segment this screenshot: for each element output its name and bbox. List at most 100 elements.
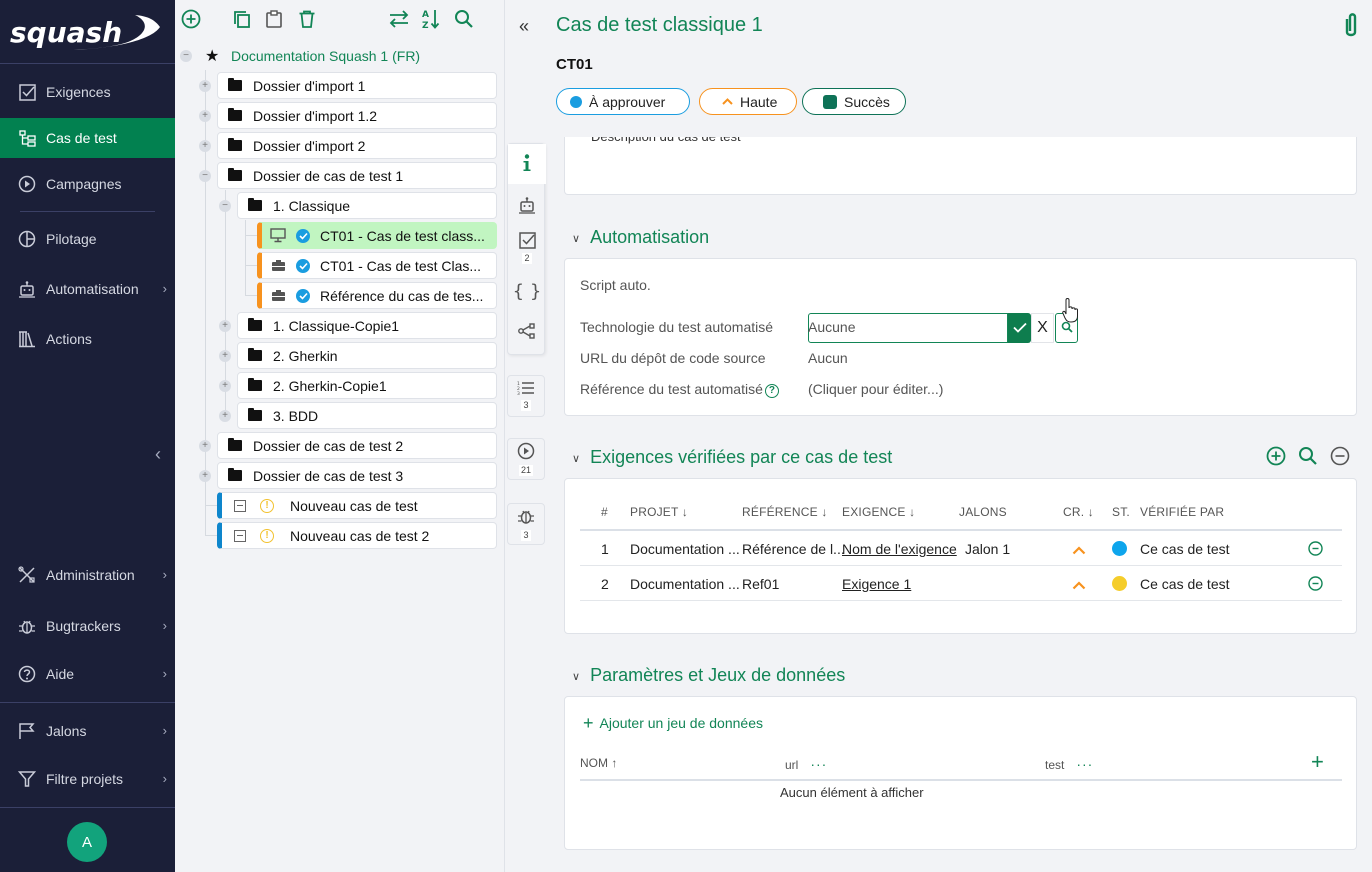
steps-count: 3 xyxy=(521,400,531,411)
tree-node-folder[interactable]: 2. Gherkin-Copie1 xyxy=(237,372,497,399)
automated-test-reference-value[interactable]: (Cliquer pour éditer...) xyxy=(808,381,943,397)
expand-toggle[interactable]: + xyxy=(219,350,231,362)
expand-toggle[interactable]: + xyxy=(199,110,211,122)
nav-item-aide[interactable]: Aide › xyxy=(0,654,175,694)
expand-toggle[interactable]: + xyxy=(199,440,211,452)
confirm-button[interactable] xyxy=(1008,313,1031,343)
approved-check-icon xyxy=(296,288,310,303)
warning-icon: ! xyxy=(260,498,274,513)
col-param-url: url ··· xyxy=(785,756,827,772)
tree-node-folder[interactable]: Dossier d'import 1 xyxy=(217,72,497,99)
section-datasets-header[interactable]: ∨ Paramètres et Jeux de données xyxy=(572,665,845,686)
help-icon[interactable]: ? xyxy=(764,383,779,398)
col-requirement[interactable]: EXIGENCE ↓ xyxy=(842,505,915,519)
param-menu-icon[interactable]: ··· xyxy=(1076,756,1093,772)
expand-toggle[interactable]: + xyxy=(219,320,231,332)
tab-parameters[interactable]: { } xyxy=(508,271,546,311)
tree-node-folder[interactable]: Dossier de cas de test 2 xyxy=(217,432,497,459)
sort-button[interactable]: AZ xyxy=(419,8,443,32)
nav-item-actions[interactable]: Actions xyxy=(0,319,175,359)
collapse-toggle[interactable]: − xyxy=(199,170,211,182)
status-pill[interactable]: À approuver xyxy=(556,88,690,115)
execution-status-pill[interactable]: Succès xyxy=(802,88,906,115)
nav-item-administration[interactable]: Administration › xyxy=(0,555,175,595)
nav-item-jalons[interactable]: Jalons › xyxy=(0,711,175,751)
col-criticality[interactable]: CR. ↓ xyxy=(1063,505,1094,519)
squash-logo[interactable]: squash xyxy=(0,0,175,64)
nav-item-automatisation[interactable]: Automatisation › xyxy=(0,269,175,309)
unlink-requirements-button[interactable] xyxy=(1329,446,1351,468)
tree-node-folder[interactable]: 1. Classique xyxy=(237,192,497,219)
collapse-nav-button[interactable]: ‹ xyxy=(155,444,161,465)
chevron-down-icon: ∨ xyxy=(572,671,581,683)
collapse-tree-button[interactable]: « xyxy=(519,16,529,37)
nav-item-exigences[interactable]: Exigences xyxy=(0,72,175,112)
filter-icon xyxy=(18,770,36,788)
tree-node-testcase-selected[interactable]: CT01 - Cas de test class... xyxy=(257,222,497,249)
tree-node-testcase[interactable]: Référence du cas de tes... xyxy=(257,282,497,309)
nav-item-cas-de-test[interactable]: Cas de test xyxy=(0,118,175,158)
param-menu-icon[interactable]: ··· xyxy=(810,756,827,772)
nav-item-campagnes[interactable]: Campagnes xyxy=(0,164,175,204)
unlink-row-button[interactable] xyxy=(1308,541,1323,556)
tab-requirements[interactable]: 2 xyxy=(508,224,546,272)
tree-node-folder[interactable]: Dossier de cas de test 1 xyxy=(217,162,497,189)
automation-card: Script auto. X Technologie du test autom… xyxy=(564,258,1357,416)
search-icon xyxy=(1298,446,1318,469)
col-name[interactable]: NOM ↑ xyxy=(580,756,617,770)
cancel-button[interactable]: X xyxy=(1031,313,1054,343)
expand-toggle[interactable]: + xyxy=(199,80,211,92)
attachments-button[interactable] xyxy=(1343,12,1359,43)
transfer-button[interactable] xyxy=(387,8,411,32)
tree-node-folder[interactable]: 2. Gherkin xyxy=(237,342,497,369)
col-reference[interactable]: RÉFÉRENCE ↓ xyxy=(742,505,828,519)
tree-node-testcase[interactable]: CT01 - Cas de test Clas... xyxy=(257,252,497,279)
delete-button[interactable] xyxy=(295,8,319,32)
node-label: CT01 - Cas de test class... xyxy=(320,227,485,244)
nav-item-filtre-projets[interactable]: Filtre projets › xyxy=(0,759,175,799)
user-avatar[interactable]: A xyxy=(67,822,107,862)
description-text[interactable]: Description du cas de test xyxy=(591,136,741,144)
section-automation-header[interactable]: ∨ Automatisation xyxy=(572,227,709,248)
search-requirement-button[interactable] xyxy=(1297,446,1319,468)
keyword-icon xyxy=(270,258,286,274)
add-button[interactable] xyxy=(179,8,203,32)
tree-node-folder[interactable]: 1. Classique-Copie1 xyxy=(237,312,497,339)
col-project[interactable]: PROJET ↓ xyxy=(630,505,688,519)
requirement-link[interactable]: Nom de l'exigence xyxy=(842,541,957,557)
tree-node-testcase-new[interactable]: ! Nouveau cas de test xyxy=(217,492,497,519)
nav-item-pilotage[interactable]: Pilotage xyxy=(0,219,175,259)
node-label: Nouveau cas de test 2 xyxy=(290,527,430,544)
section-requirements-header[interactable]: ∨ Exigences vérifiées par ce cas de test xyxy=(572,447,892,468)
tab-executions[interactable]: 21 xyxy=(507,438,545,480)
tab-information[interactable] xyxy=(508,144,546,184)
collapse-toggle[interactable]: − xyxy=(180,50,192,62)
unlink-row-button[interactable] xyxy=(1308,576,1323,591)
criticality-high-icon xyxy=(1072,577,1086,593)
collapse-toggle[interactable]: − xyxy=(219,200,231,212)
expand-toggle[interactable]: + xyxy=(219,380,231,392)
tab-automation[interactable] xyxy=(508,186,546,226)
expand-toggle[interactable]: + xyxy=(219,410,231,422)
tree-node-folder[interactable]: Dossier d'import 2 xyxy=(217,132,497,159)
tree-node-testcase-new[interactable]: ! Nouveau cas de test 2 xyxy=(217,522,497,549)
tab-steps[interactable]: 123 3 xyxy=(507,375,545,417)
tree-project-root[interactable]: − ★ Documentation Squash 1 (FR) xyxy=(175,44,505,68)
add-parameter-button[interactable]: + xyxy=(1311,749,1324,775)
paste-button[interactable] xyxy=(262,8,286,32)
expand-toggle[interactable]: + xyxy=(199,470,211,482)
tree-node-folder[interactable]: Dossier d'import 1.2 xyxy=(217,102,497,129)
add-dataset-button[interactable]: + Ajouter un jeu de données xyxy=(583,714,763,732)
copy-button[interactable] xyxy=(230,8,254,32)
search-tree-button[interactable] xyxy=(452,8,476,32)
expand-toggle[interactable]: + xyxy=(199,140,211,152)
tab-calls[interactable] xyxy=(508,312,546,352)
nav-item-bugtrackers[interactable]: Bugtrackers › xyxy=(0,606,175,646)
link-requirement-button[interactable] xyxy=(1265,446,1287,468)
tree-node-folder[interactable]: Dossier de cas de test 3 xyxy=(217,462,497,489)
tree-node-folder[interactable]: 3. BDD xyxy=(237,402,497,429)
requirement-link[interactable]: Exigence 1 xyxy=(842,576,911,592)
tab-issues[interactable]: 3 xyxy=(507,503,545,545)
clipboard-icon xyxy=(264,9,284,32)
importance-pill[interactable]: Haute xyxy=(699,88,797,115)
